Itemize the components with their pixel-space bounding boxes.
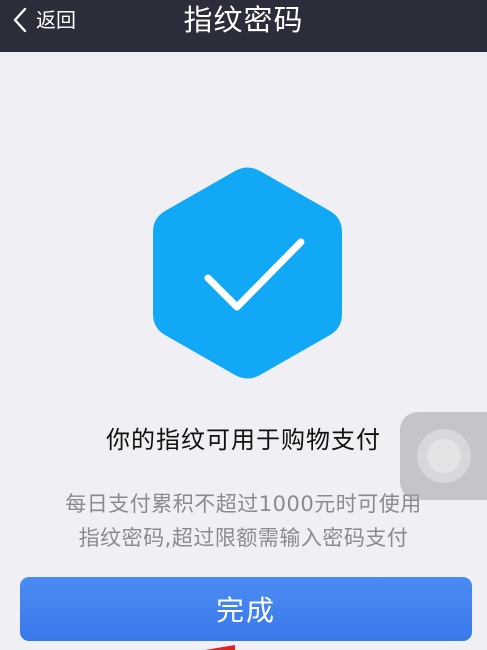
red-marker-icon [205,645,235,650]
checkmark-hexagon-icon [150,163,345,383]
page-title: 指纹密码 [183,2,304,37]
navigation-bar: 返回 指纹密码 [0,0,487,52]
limit-hint-line-2: 指纹密码,超过限额需输入密码支付 [78,526,409,550]
hexagon-shape [153,167,342,379]
assistive-touch-core [427,439,461,473]
done-button[interactable]: 完成 [20,577,472,641]
fingerprint-password-screen: 返回 指纹密码 你的指纹可用于购物支付 每日支付累积不超过1000元时可使用 指… [0,0,487,650]
limit-hint: 每日支付累积不超过1000元时可使用 指纹密码,超过限额需输入密码支付 [30,487,457,555]
assistive-touch-button[interactable] [400,412,487,500]
limit-hint-line-1: 每日支付累积不超过1000元时可使用 [65,492,422,516]
